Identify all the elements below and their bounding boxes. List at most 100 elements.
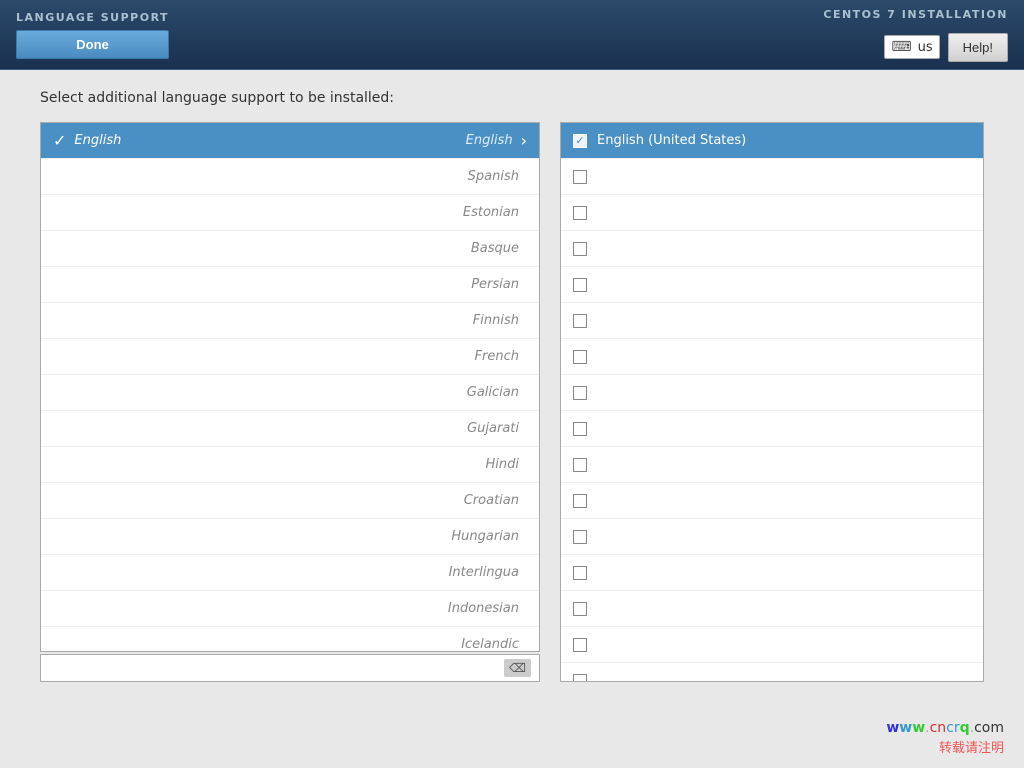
language-item[interactable]: EestiEstonian <box>41 195 539 231</box>
lang-native-name: Español <box>77 169 468 184</box>
lang-native-name: Íslenska <box>77 637 461 652</box>
lang-english-name: Interlingua <box>449 565 519 580</box>
lang-native-name: Interlingua <box>77 565 449 580</box>
language-item[interactable]: InterlinguaInterlingua <box>41 555 539 591</box>
language-item[interactable]: فارسیPersian <box>41 267 539 303</box>
language-list[interactable]: ✓EnglishEnglish›EspañolSpanishEestiEston… <box>40 122 540 652</box>
locale-item[interactable]: English (South Africa) <box>561 555 983 591</box>
locale-checkbox <box>573 638 587 652</box>
locale-item[interactable]: English (Ireland) <box>561 339 983 375</box>
language-item[interactable]: MagyarHungarian <box>41 519 539 555</box>
locale-item[interactable]: English (Botswana) <box>561 663 983 682</box>
locale-checkbox <box>573 566 587 580</box>
language-item[interactable]: हिन्दीHindi <box>41 447 539 483</box>
language-item[interactable]: HrvatskiCroatian <box>41 483 539 519</box>
left-panel: ✓EnglishEnglish›EspañolSpanishEestiEston… <box>40 122 540 682</box>
locale-item[interactable]: English (Canada) <box>561 267 983 303</box>
locale-checkbox <box>573 350 587 364</box>
locale-label: English (South Africa) <box>597 565 737 580</box>
locale-checkbox <box>573 278 587 292</box>
locale-item[interactable]: ✓ English (United States) <box>561 123 983 159</box>
search-input[interactable] <box>49 661 504 676</box>
language-item[interactable]: ✓EnglishEnglish› <box>41 123 539 159</box>
watermark: www.cncrq.com 转载请注明 <box>886 718 1004 759</box>
locale-item[interactable]: English (New Zealand) <box>561 375 983 411</box>
lang-native-name: Eesti <box>77 205 463 220</box>
main-content: Select additional language support to be… <box>0 70 1024 768</box>
lang-native-name: Suomi <box>77 313 473 328</box>
locale-checkbox <box>573 674 587 683</box>
lang-native-name: Euskara <box>77 241 471 256</box>
header-right: CENTOS 7 INSTALLATION ⌨ us Help! <box>823 8 1008 62</box>
locale-item[interactable]: English (Zambia) <box>561 591 983 627</box>
lang-native-name: हिन्दी <box>77 456 486 474</box>
language-item[interactable]: Bahasa IndonesiaIndonesian <box>41 591 539 627</box>
help-button[interactable]: Help! <box>948 33 1008 62</box>
language-item[interactable]: GalegoGalician <box>41 375 539 411</box>
keyboard-icon: ⌨ <box>891 39 911 55</box>
locale-label: English (Denmark) <box>597 313 718 328</box>
lang-native-name: Hrvatski <box>77 493 464 508</box>
locale-label: English (Singapore) <box>597 529 724 544</box>
page-title: LANGUAGE SUPPORT <box>16 11 169 24</box>
lang-native-name: ગુજરાતી <box>77 421 467 436</box>
lang-native-name: Français <box>77 349 475 364</box>
search-bar: ⌫ <box>40 654 540 682</box>
watermark-line2: 转载请注明 <box>886 739 1004 759</box>
locale-label: English (Nigeria) <box>597 421 705 436</box>
locale-label: English (Canada) <box>597 277 708 292</box>
lang-english-name: Finnish <box>473 313 519 328</box>
locale-item[interactable]: English (India) <box>561 195 983 231</box>
lang-english-name: Gujarati <box>467 421 519 436</box>
lang-arrow-icon: › <box>521 131 527 150</box>
keyboard-input[interactable]: ⌨ us <box>884 35 939 59</box>
locale-label: English (Australia) <box>597 241 716 256</box>
lang-english-name: Indonesian <box>448 601 519 616</box>
language-item[interactable]: EuskaraBasque <box>41 231 539 267</box>
lang-english-name: Hindi <box>486 457 520 472</box>
keyboard-layout: us <box>918 40 933 55</box>
locale-checkbox <box>573 602 587 616</box>
lang-english-name: Basque <box>471 241 519 256</box>
locale-label: English (New Zealand) <box>597 385 744 400</box>
locale-checkbox <box>573 458 587 472</box>
search-clear-button[interactable]: ⌫ <box>504 659 531 677</box>
locale-checkbox <box>573 314 587 328</box>
lang-english-name: English <box>466 133 513 148</box>
locale-checkbox <box>573 242 587 256</box>
lang-english-name: French <box>475 349 519 364</box>
lang-english-name: Croatian <box>464 493 519 508</box>
locale-item[interactable]: English (Philippines) <box>561 483 983 519</box>
locale-item[interactable]: English (United Kingdom) <box>561 159 983 195</box>
locale-item[interactable]: English (Denmark) <box>561 303 983 339</box>
right-panel[interactable]: ✓ English (United States) English (United … <box>560 122 984 682</box>
lang-english-name: Spanish <box>468 169 519 184</box>
language-item[interactable]: ÍslenskaIcelandic <box>41 627 539 652</box>
locale-label: English (United States) <box>597 133 746 148</box>
lang-english-name: Estonian <box>463 205 519 220</box>
locale-item[interactable]: English (Singapore) <box>561 519 983 555</box>
header-left: LANGUAGE SUPPORT Done <box>16 11 169 59</box>
language-item[interactable]: FrançaisFrench <box>41 339 539 375</box>
locale-checkbox <box>573 494 587 508</box>
subtitle: Select additional language support to be… <box>40 90 984 106</box>
panels: ✓EnglishEnglish›EspañolSpanishEestiEston… <box>40 122 984 682</box>
language-item[interactable]: EspañolSpanish <box>41 159 539 195</box>
locale-checkbox <box>573 386 587 400</box>
locale-checkbox <box>573 530 587 544</box>
language-item[interactable]: ગુજરાતીGujarati <box>41 411 539 447</box>
locale-label: English (Botswana) <box>597 673 722 682</box>
locale-item[interactable]: English (Zimbabwe) <box>561 627 983 663</box>
locale-checkbox: ✓ <box>573 134 587 148</box>
locale-checkbox <box>573 422 587 436</box>
locale-label: English (Hong Kong SAR China) <box>597 457 801 472</box>
done-button[interactable]: Done <box>16 30 169 59</box>
lang-native-name: فارسی <box>77 277 471 292</box>
lang-check-icon: ✓ <box>53 131 66 150</box>
locale-item[interactable]: English (Hong Kong SAR China) <box>561 447 983 483</box>
locale-item[interactable]: English (Australia) <box>561 231 983 267</box>
language-item[interactable]: SuomiFinnish <box>41 303 539 339</box>
locale-label: English (India) <box>597 205 690 220</box>
header: LANGUAGE SUPPORT Done CENTOS 7 INSTALLAT… <box>0 0 1024 70</box>
locale-item[interactable]: English (Nigeria) <box>561 411 983 447</box>
